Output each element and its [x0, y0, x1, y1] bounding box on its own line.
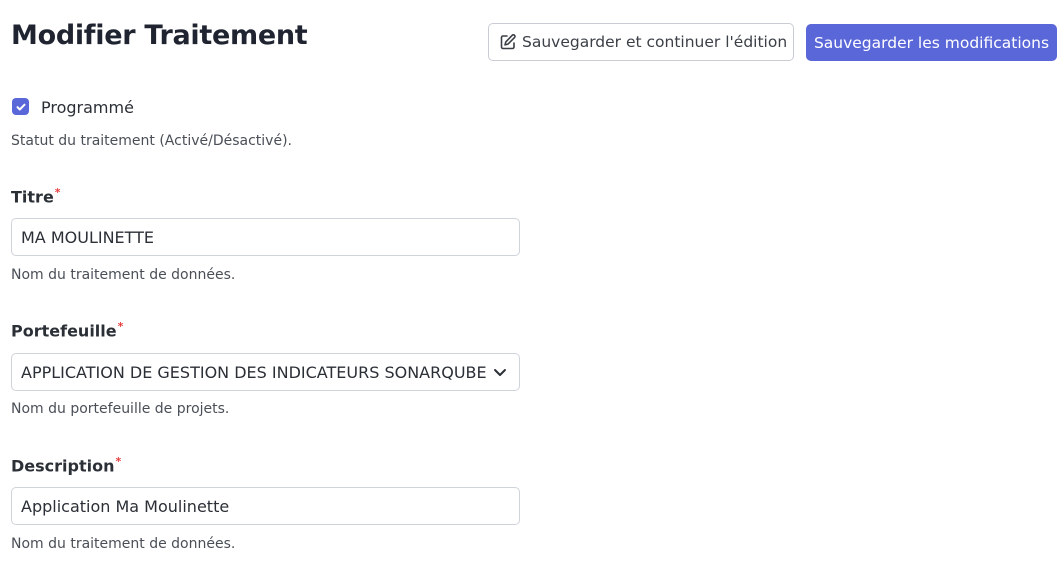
- portfolio-help: Nom du portefeuille de projets.: [11, 401, 230, 417]
- save-button[interactable]: Sauvegarder les modifications: [806, 24, 1057, 61]
- portfolio-selected-value: APPLICATION DE GESTION DES INDICATEURS S…: [21, 362, 486, 382]
- portfolio-label-text: Portefeuille: [11, 321, 117, 341]
- portfolio-label: Portefeuille*: [11, 320, 123, 340]
- check-icon: [15, 101, 27, 113]
- title-help: Nom du traitement de données.: [11, 267, 236, 283]
- required-mark: *: [54, 186, 61, 199]
- description-help: Nom du traitement de données.: [11, 536, 236, 552]
- required-mark: *: [115, 455, 122, 468]
- save-and-continue-button[interactable]: Sauvegarder et continuer l'édition: [488, 23, 794, 61]
- edit-treatment-page: Modifier Traitement Sauvegarder et conti…: [0, 0, 1064, 561]
- scheduled-help: Statut du traitement (Activé/Désactivé).: [11, 133, 292, 149]
- title-label: Titre*: [11, 186, 61, 206]
- description-input[interactable]: Application Ma Moulinette: [11, 487, 520, 525]
- scheduled-checkbox[interactable]: [12, 98, 29, 115]
- title-input[interactable]: MA MOULINETTE: [11, 218, 520, 256]
- chevron-down-icon: [492, 364, 508, 380]
- description-label-text: Description: [11, 456, 115, 476]
- scheduled-label[interactable]: Programmé: [41, 98, 134, 117]
- description-label: Description*: [11, 455, 121, 475]
- save-label: Sauvegarder les modifications: [813, 33, 1050, 52]
- required-mark: *: [117, 320, 124, 333]
- edit-icon: [499, 33, 517, 51]
- description-input-value: Application Ma Moulinette: [21, 496, 230, 516]
- title-label-text: Titre: [11, 187, 54, 207]
- save-and-continue-label: Sauvegarder et continuer l'édition: [522, 33, 788, 51]
- page-title: Modifier Traitement: [11, 20, 308, 51]
- title-input-value: MA MOULINETTE: [21, 227, 155, 247]
- portfolio-select[interactable]: APPLICATION DE GESTION DES INDICATEURS S…: [11, 353, 520, 391]
